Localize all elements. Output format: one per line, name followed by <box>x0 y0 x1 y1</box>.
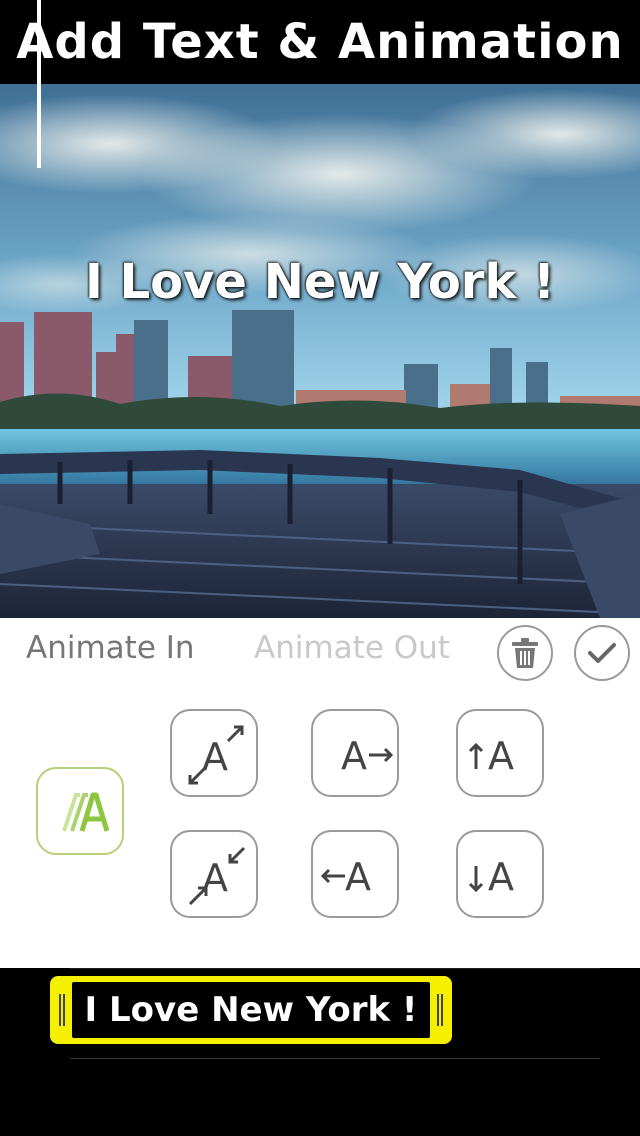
slide-right-icon: A <box>341 734 394 778</box>
slide-up-animation-button[interactable]: A <box>456 709 544 797</box>
animation-glyph: A <box>202 735 228 779</box>
confirm-button[interactable] <box>574 625 630 681</box>
banner-title: Add Text & Animation <box>16 14 624 70</box>
slide-left-icon: A <box>320 855 371 899</box>
animation-glyph: A <box>345 855 371 899</box>
city-photo <box>0 84 640 618</box>
text-clip[interactable]: I Love New York ! <box>50 976 452 1044</box>
slide-left-animation-button[interactable]: A <box>311 830 399 918</box>
fade-in-animation-button[interactable] <box>36 767 124 855</box>
animation-glyph: A <box>488 734 514 778</box>
slide-down-animation-button[interactable]: A <box>456 830 544 918</box>
animation-panel: Animate In Animate Out A A A A A A <box>0 618 640 968</box>
animation-glyph: A <box>341 734 367 778</box>
slide-right-animation-button[interactable]: A <box>311 709 399 797</box>
timeline-track-divider <box>70 1058 600 1059</box>
zoom-in-animation-button[interactable]: A <box>170 830 258 918</box>
clip-right-handle[interactable] <box>437 994 439 1026</box>
clip-right-handle-line <box>441 994 443 1026</box>
slide-down-icon: A <box>468 855 514 899</box>
clip-label: I Love New York ! <box>84 990 418 1030</box>
zoom-out-animation-button[interactable]: A <box>170 709 258 797</box>
clip-left-handle[interactable] <box>59 994 61 1026</box>
tab-animate-in[interactable]: Animate In <box>26 630 195 666</box>
zoom-in-icon: A <box>188 846 246 906</box>
clip-left-handle-line <box>63 994 65 1026</box>
tab-animate-out[interactable]: Animate Out <box>254 630 450 666</box>
clip-body: I Love New York ! <box>72 982 430 1038</box>
checkmark-icon <box>588 643 616 663</box>
slide-up-icon: A <box>468 734 514 778</box>
timeline-track-divider <box>70 968 600 969</box>
photo-canvas[interactable]: I Love New York ! <box>0 84 640 618</box>
promo-banner: Add Text & Animation <box>0 0 640 84</box>
animation-tabs: Animate In Animate Out <box>0 618 640 682</box>
playhead[interactable] <box>37 0 41 168</box>
delete-button[interactable] <box>497 625 553 681</box>
trash-icon <box>512 638 538 668</box>
canvas-text-overlay[interactable]: I Love New York ! <box>0 254 640 310</box>
fade-in-icon <box>62 792 110 832</box>
animation-glyph: A <box>488 855 514 899</box>
zoom-out-icon: A <box>188 725 244 785</box>
